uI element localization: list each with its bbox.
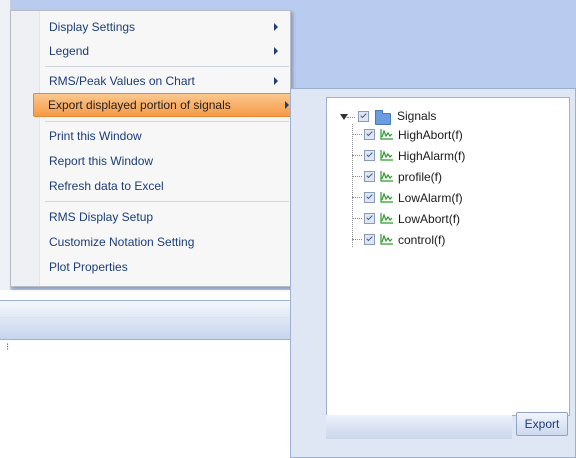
toolbar-band [0, 300, 290, 340]
signal-wave-icon [380, 213, 393, 224]
lower-area [0, 340, 290, 458]
signal-wave-icon [380, 234, 393, 245]
signal-checkbox[interactable] [364, 150, 375, 161]
signals-folder-icon [375, 110, 391, 125]
tree-connector [352, 239, 362, 240]
tree-item-signal[interactable]: HighAlarm(f) [363, 148, 563, 166]
panel-footer [326, 415, 512, 439]
signal-label: LowAlarm(f) [398, 191, 463, 205]
tree-connector [352, 134, 362, 135]
menu-item-export-displayed-portion[interactable]: Export displayed portion of signals [33, 93, 295, 117]
tree-item-signal[interactable]: control(f) [363, 232, 563, 250]
menu-item-refresh-excel[interactable]: Refresh data to Excel [13, 174, 287, 198]
export-button[interactable]: Export [516, 412, 568, 436]
submenu-arrow-icon [274, 23, 278, 31]
signal-checkbox[interactable] [364, 129, 375, 140]
menu-separator [45, 66, 289, 67]
tree-item-signal[interactable]: LowAlarm(f) [363, 190, 563, 208]
root-checkbox[interactable] [358, 111, 369, 122]
menu-item-label: Refresh data to Excel [49, 179, 164, 193]
signal-wave-icon [380, 192, 393, 203]
tree-connector [352, 218, 362, 219]
tree-item-signal[interactable]: LowAbort(f) [363, 211, 563, 229]
menu-item-print-window[interactable]: Print this Window [13, 124, 287, 148]
signal-label: profile(f) [398, 170, 443, 184]
signal-label: control(f) [398, 233, 446, 247]
signal-checkbox[interactable] [364, 171, 375, 182]
menu-item-label: Display Settings [49, 20, 136, 34]
menu-item-label: Export displayed portion of signals [48, 98, 231, 112]
menu-item-customize-notation[interactable]: Customize Notation Setting [13, 230, 287, 254]
signal-wave-icon [380, 150, 393, 161]
signal-label: HighAbort(f) [398, 128, 463, 142]
tree-connector [347, 117, 355, 118]
menu-item-label: RMS Display Setup [49, 210, 154, 224]
tree-connector [352, 176, 362, 177]
tree-connector [352, 124, 353, 247]
menu-item-rms-display-setup[interactable]: RMS Display Setup [13, 205, 287, 229]
signal-tree: Signals HighAbort(f) HighAlarm(f) profil… [326, 97, 570, 416]
tree-connector [352, 155, 362, 156]
menu-item-label: Report this Window [49, 154, 154, 168]
menu-item-rms-peak-values[interactable]: RMS/Peak Values on Chart [13, 69, 287, 93]
signal-wave-icon [380, 129, 393, 140]
submenu-arrow-icon [274, 77, 278, 85]
menu-item-display-settings[interactable]: Display Settings [13, 15, 287, 39]
menu-item-label: RMS/Peak Values on Chart [49, 74, 195, 88]
tree-connector [352, 197, 362, 198]
collapse-triangle-icon[interactable] [340, 114, 348, 120]
menu-item-label: Plot Properties [49, 260, 128, 274]
toolbar-divider [0, 317, 290, 318]
context-menu: Display Settings Legend RMS/Peak Values … [10, 10, 295, 287]
menu-item-report-window[interactable]: Report this Window [13, 149, 287, 173]
signal-checkbox[interactable] [364, 234, 375, 245]
submenu-arrow-icon [285, 101, 289, 109]
signal-label: HighAlarm(f) [398, 149, 466, 163]
export-signals-panel: Signals HighAbort(f) HighAlarm(f) profil… [290, 88, 576, 458]
tree-item-signal[interactable]: HighAbort(f) [363, 127, 563, 145]
signal-wave-icon [380, 171, 393, 182]
menu-item-legend[interactable]: Legend [13, 39, 287, 63]
submenu-arrow-icon [274, 47, 278, 55]
menu-item-label: Print this Window [49, 129, 142, 143]
signal-checkbox[interactable] [364, 213, 375, 224]
menu-separator [45, 121, 289, 122]
menu-separator [45, 201, 289, 202]
tree-root-label: Signals [397, 109, 437, 123]
signal-checkbox[interactable] [364, 192, 375, 203]
signal-label: LowAbort(f) [398, 212, 461, 226]
splitter-grip-icon[interactable]: ⁝ [6, 342, 9, 353]
menu-item-label: Customize Notation Setting [49, 235, 195, 249]
menu-item-label: Legend [49, 44, 90, 58]
menu-item-plot-properties[interactable]: Plot Properties [13, 255, 287, 279]
tree-item-signal[interactable]: profile(f) [363, 169, 563, 187]
